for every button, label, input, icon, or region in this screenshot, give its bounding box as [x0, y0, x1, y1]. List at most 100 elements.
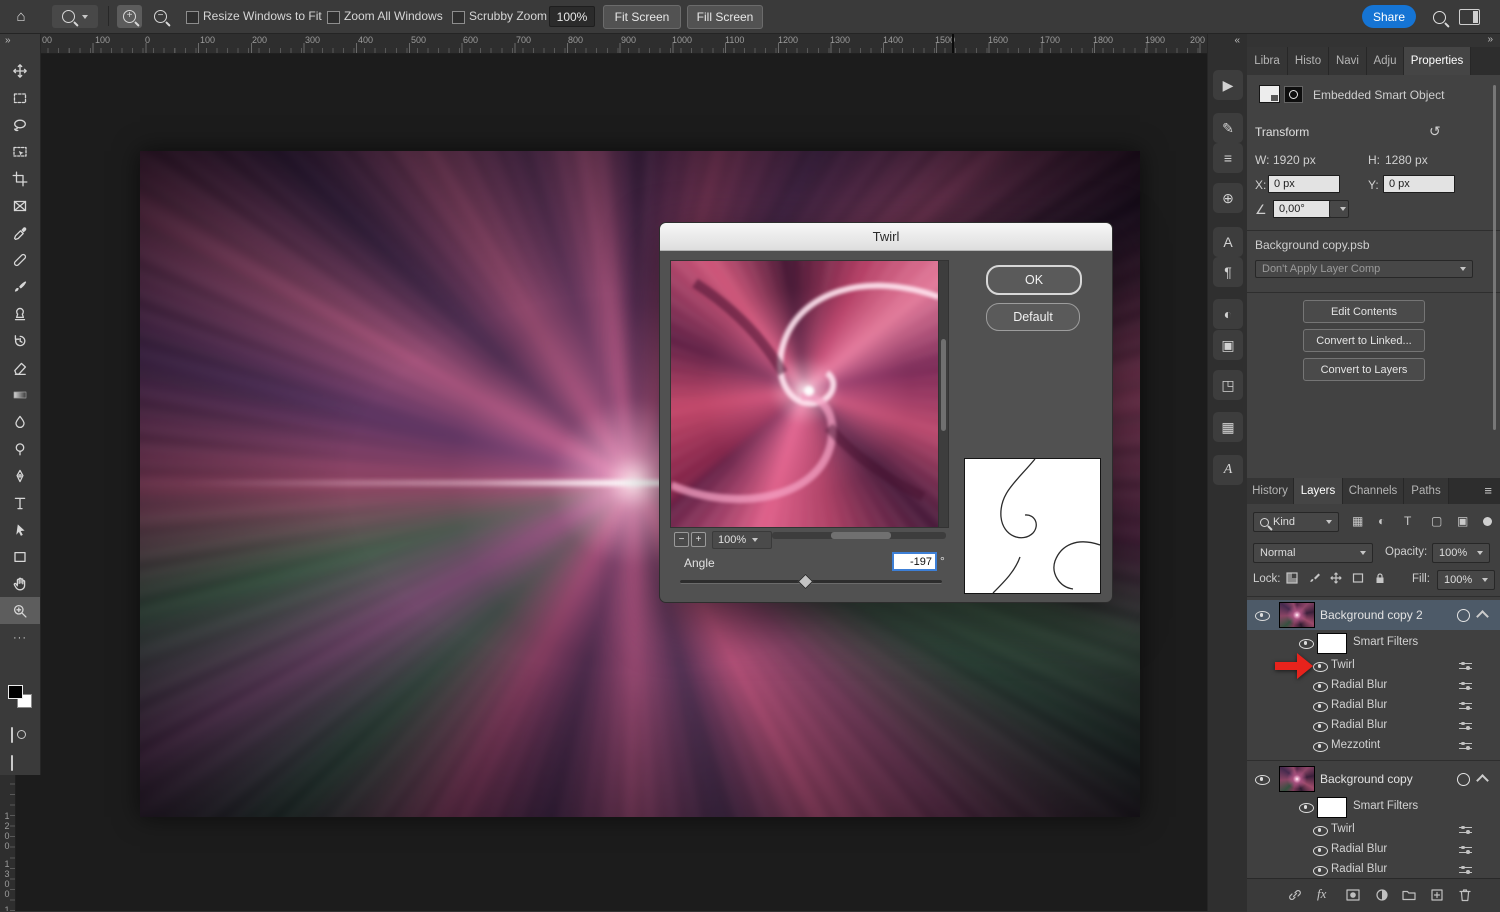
horizontal-ruler[interactable]: 00 100 0 100 200 300 400 500 600 700 800… [15, 33, 1207, 54]
filter-preview[interactable] [670, 260, 949, 528]
filter-name[interactable]: Mezzotint [1331, 739, 1380, 751]
pen-tool[interactable] [0, 462, 40, 489]
visibility-eye-icon[interactable] [1313, 826, 1328, 836]
filter-blending-options-icon[interactable] [1459, 701, 1472, 711]
fit-screen-button[interactable]: Fit Screen [603, 5, 681, 29]
lock-position-icon[interactable] [1329, 571, 1343, 588]
filter-row-radial-blur[interactable]: Radial Blur [1247, 840, 1500, 860]
filter-mask-thumbnail[interactable] [1317, 633, 1347, 654]
foreground-background-swatches[interactable] [3, 685, 37, 709]
filter-name[interactable]: Radial Blur [1331, 863, 1387, 875]
filter-name[interactable]: Twirl [1331, 659, 1355, 671]
panel-brushes-button[interactable]: ≡ [1213, 143, 1243, 173]
visibility-eye-icon[interactable] [1313, 722, 1328, 732]
angle-input[interactable]: -197 [892, 552, 937, 571]
history-brush-tool[interactable] [0, 327, 40, 354]
delete-layer-icon[interactable] [1457, 887, 1473, 906]
convert-to-linked-button[interactable]: Convert to Linked... [1303, 329, 1425, 352]
ok-button[interactable]: OK [986, 265, 1082, 295]
tab-histogram[interactable]: Histo [1288, 47, 1329, 75]
search-button[interactable] [1429, 8, 1449, 26]
lasso-tool[interactable] [0, 111, 40, 138]
zoom-tool-button[interactable] [52, 5, 98, 28]
path-selection-tool[interactable] [0, 516, 40, 543]
filter-name[interactable]: Radial Blur [1331, 843, 1387, 855]
visibility-eye-icon[interactable] [1255, 775, 1270, 785]
object-selection-tool[interactable] [0, 138, 40, 165]
filter-adjustment-layers-icon[interactable]: ◐ [1378, 515, 1385, 527]
layer-style-fx-icon[interactable]: fx [1317, 886, 1326, 902]
convert-to-layers-button[interactable]: Convert to Layers [1303, 358, 1425, 381]
resize-windows-checkbox[interactable] [186, 11, 199, 24]
new-layer-icon[interactable] [1429, 887, 1445, 906]
scrollbar-thumb[interactable] [941, 339, 946, 431]
home-button[interactable]: ⌂ [10, 5, 32, 27]
blend-mode-dropdown[interactable]: Normal [1253, 543, 1373, 563]
filter-name[interactable]: Radial Blur [1331, 679, 1387, 691]
panel-adjustments-button[interactable]: ◐ [1213, 299, 1243, 329]
dialog-title[interactable]: Twirl [660, 223, 1112, 251]
new-group-icon[interactable] [1401, 887, 1417, 906]
spot-healing-brush-tool[interactable] [0, 246, 40, 273]
visibility-eye-icon[interactable] [1255, 611, 1270, 621]
preview-zoom-out-button[interactable]: − [674, 532, 689, 547]
edit-toolbar-button[interactable]: ··· [0, 624, 40, 651]
panel-actions-button[interactable]: ▶ [1213, 70, 1243, 100]
visibility-eye-icon[interactable] [1299, 803, 1314, 813]
reset-transform-icon[interactable]: ↺ [1429, 123, 1441, 140]
smart-filter-badge-icon[interactable] [1457, 609, 1470, 622]
rotation-input[interactable]: 0,00° [1273, 200, 1337, 218]
layer-name[interactable]: Background copy 2 [1320, 608, 1423, 622]
filter-blending-options-icon[interactable] [1459, 825, 1472, 835]
layer-name[interactable]: Background copy [1320, 772, 1413, 786]
fill-screen-button[interactable]: Fill Screen [687, 5, 763, 29]
filter-blending-options-icon[interactable] [1459, 741, 1472, 751]
preview-zoom-in-button[interactable]: + [691, 532, 706, 547]
filter-blending-options-icon[interactable] [1459, 721, 1472, 731]
preview-image[interactable] [671, 261, 939, 527]
rotation-dropdown[interactable] [1329, 200, 1349, 218]
scrubby-zoom-checkbox[interactable] [452, 11, 465, 24]
zoom-in-button[interactable]: + [117, 5, 142, 28]
filter-name[interactable]: Radial Blur [1331, 719, 1387, 731]
slider-thumb[interactable] [798, 574, 814, 590]
add-mask-icon[interactable] [1345, 887, 1361, 906]
zoom-out-button[interactable]: − [148, 5, 173, 28]
filter-row-twirl[interactable]: Twirl [1247, 820, 1500, 840]
filter-row-mezzotint[interactable]: Mezzotint [1247, 736, 1500, 756]
filter-row-radial-blur[interactable]: Radial Blur [1247, 860, 1500, 878]
filter-name[interactable]: Twirl [1331, 823, 1355, 835]
fill-dropdown[interactable]: 100% [1437, 570, 1495, 590]
tab-channels[interactable]: Channels [1343, 478, 1404, 504]
tab-history[interactable]: History [1247, 478, 1294, 504]
tab-libraries[interactable]: Libra [1247, 47, 1288, 75]
clone-stamp-tool[interactable] [0, 300, 40, 327]
filter-shape-layers-icon[interactable]: ▢ [1431, 515, 1442, 527]
filter-row-radial-blur[interactable]: Radial Blur [1247, 696, 1500, 716]
quick-mask-button[interactable] [11, 728, 13, 742]
zoom-all-windows-checkbox[interactable] [327, 11, 340, 24]
screen-mode-button[interactable] [11, 756, 13, 770]
zoom-percent-input[interactable]: 100% [549, 6, 595, 27]
edit-contents-button[interactable]: Edit Contents [1303, 300, 1425, 323]
layer-row-background-copy[interactable]: Background copy [1247, 764, 1500, 794]
tab-properties[interactable]: Properties [1404, 47, 1471, 75]
collapse-toolbar-icon[interactable]: » [5, 35, 11, 46]
shape-tool[interactable] [0, 543, 40, 570]
visibility-eye-icon[interactable] [1313, 682, 1328, 692]
panel-glyphs-button[interactable]: A [1213, 455, 1243, 485]
smart-filters-label[interactable]: Smart Filters [1353, 800, 1418, 812]
panel-paragraph-button[interactable]: ¶ [1213, 257, 1243, 287]
x-input[interactable]: 0 px [1268, 175, 1340, 193]
layer-row-background-copy-2[interactable]: Background copy 2 [1247, 600, 1500, 630]
link-layers-icon[interactable] [1287, 887, 1303, 906]
filter-name[interactable]: Radial Blur [1331, 699, 1387, 711]
filter-blending-options-icon[interactable] [1459, 681, 1472, 691]
preview-vertical-scrollbar[interactable] [938, 261, 948, 527]
visibility-eye-icon[interactable] [1313, 702, 1328, 712]
opacity-dropdown[interactable]: 100% [1432, 543, 1490, 563]
panel-patterns-button[interactable]: ▦ [1213, 412, 1243, 442]
y-input[interactable]: 0 px [1383, 175, 1455, 193]
foreground-color-swatch[interactable] [8, 685, 23, 699]
hand-tool[interactable] [0, 570, 40, 597]
